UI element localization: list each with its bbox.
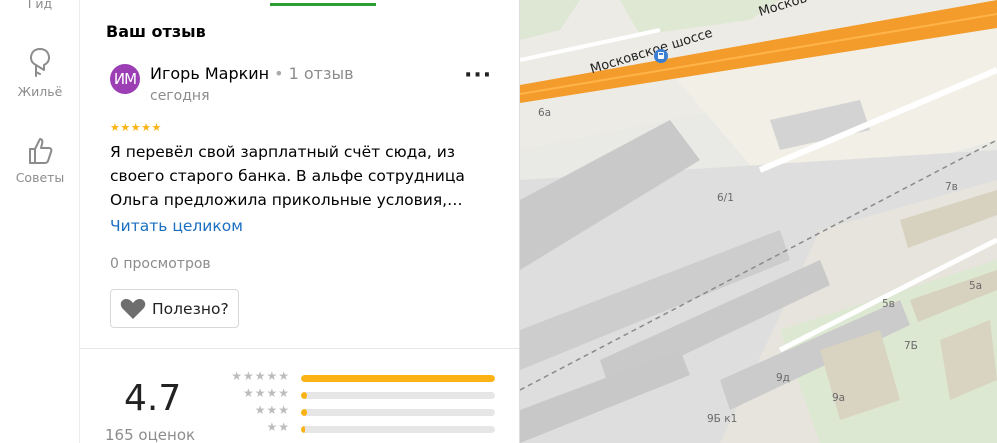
distribution-track	[301, 392, 495, 399]
nav-item-guide-label: Гид	[27, 0, 53, 11]
house-number-label: 5а	[969, 280, 983, 292]
more-options-button[interactable]: ···	[464, 65, 492, 87]
rating-distribution-row[interactable]: ★★★★★	[218, 369, 498, 385]
nav-item-guide[interactable]: Гид	[0, 0, 80, 11]
useful-button[interactable]: Полезно?	[110, 289, 239, 328]
author-name[interactable]: Игорь Маркин	[150, 64, 269, 83]
read-more-link[interactable]: Читать целиком	[110, 217, 243, 235]
house-number-label: 7Б	[904, 340, 918, 352]
author-line: Игорь Маркин • 1 отзыв	[150, 64, 354, 83]
author-review-count: 1 отзыв	[288, 64, 354, 83]
distribution-track	[301, 426, 495, 433]
divider	[80, 348, 519, 349]
house-number-label: 9а	[832, 392, 846, 404]
rating-value: 4.7	[124, 378, 182, 419]
nav-item-tips[interactable]: Советы	[0, 136, 80, 185]
left-navigation: Гид Жильё Советы	[0, 0, 80, 443]
nav-item-housing[interactable]: Жильё	[0, 46, 80, 99]
rating-distribution-row[interactable]: ★★★	[218, 403, 498, 419]
rating-distribution-row[interactable]: ★★★★	[218, 386, 498, 402]
distribution-fill	[301, 409, 307, 416]
distribution-track	[301, 409, 495, 416]
rating-count: 165 оценок	[105, 426, 196, 443]
house-number-label: 6а	[538, 107, 552, 119]
distribution-track	[301, 375, 495, 382]
nav-item-tips-label: Советы	[15, 170, 65, 185]
home-icon	[30, 48, 50, 77]
house-number-label: 9д	[776, 372, 790, 384]
review-stars: ★★★★★	[110, 121, 162, 134]
house-number-label: 9Б к1	[707, 413, 738, 425]
distribution-fill	[301, 375, 495, 382]
nav-item-housing-label: Жильё	[17, 84, 63, 99]
distribution-fill	[301, 426, 305, 433]
separator-dot: •	[274, 64, 284, 83]
house-number-label: 6/1	[717, 192, 734, 204]
house-number-label: 5в	[882, 298, 895, 310]
distribution-stars: ★★	[266, 420, 290, 434]
distribution-fill	[301, 392, 307, 399]
section-title: Ваш отзыв	[106, 22, 206, 41]
rating-distribution-row[interactable]: ★★	[218, 420, 498, 436]
distribution-stars: ★★★	[254, 403, 290, 417]
bus-stop-icon[interactable]	[654, 49, 668, 63]
review-date: сегодня	[150, 88, 210, 104]
avatar[interactable]: ИМ	[110, 64, 140, 94]
views-count: 0 просмотров	[110, 256, 211, 272]
house-number-label: 7в	[945, 181, 958, 193]
review-text: Я перевёл свой зарплатный счёт сюда, из …	[110, 143, 465, 209]
map[interactable]: Московское шоссе Москов 6а 6/1 7в 5в 5а …	[520, 0, 997, 443]
heart-icon	[120, 298, 146, 319]
active-tab-indicator	[270, 3, 376, 6]
review-panel: Ваш отзыв ИМ Игорь Маркин • 1 отзыв сегодн…	[80, 0, 520, 443]
useful-button-label: Полезно?	[152, 299, 229, 318]
thumbs-up-icon	[29, 138, 53, 164]
distribution-stars: ★★★★★	[231, 369, 290, 383]
distribution-stars: ★★★★	[242, 386, 290, 400]
